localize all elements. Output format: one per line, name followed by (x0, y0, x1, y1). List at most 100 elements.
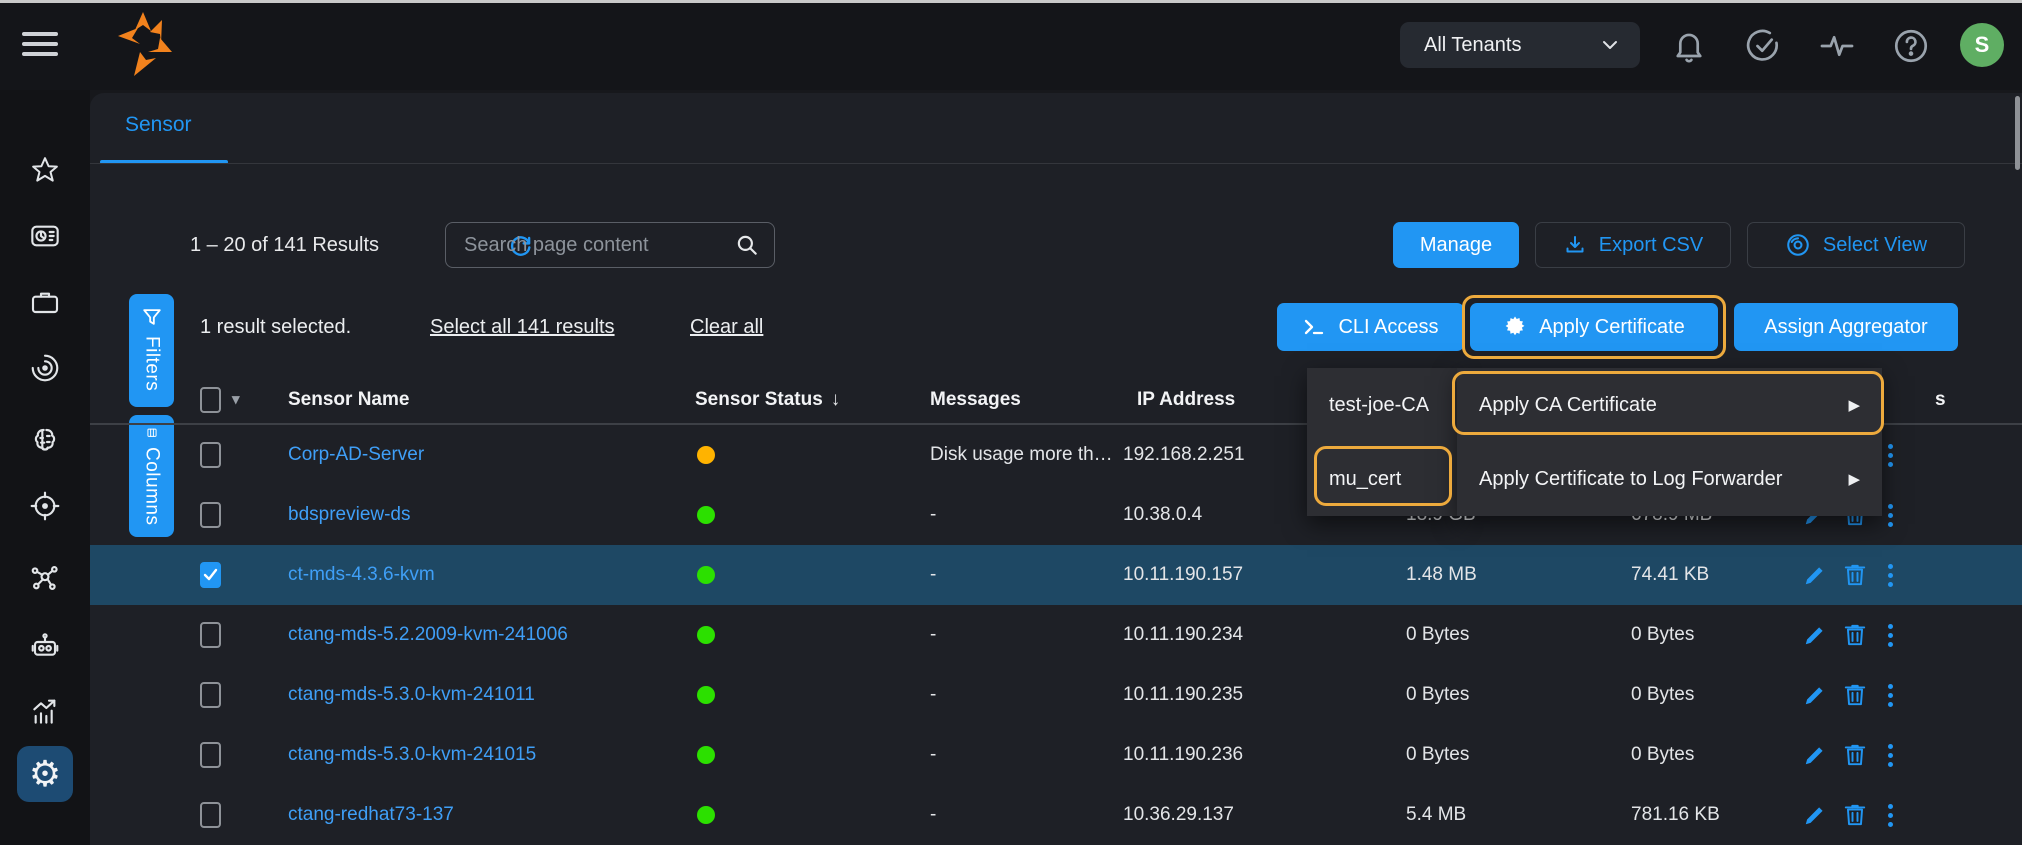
menu-item-apply-certificate-log-forwarder[interactable]: Apply Certificate to Log Forwarder ▶ (1457, 442, 1882, 516)
ip-cell: 10.11.190.157 (1123, 545, 1243, 605)
sidebar-item-detections[interactable] (17, 478, 73, 534)
sidebar-item-threat-hunting[interactable] (17, 340, 73, 396)
row-checkbox[interactable] (200, 802, 221, 828)
menu-item-label: mu_cert (1329, 468, 1401, 491)
tab-sensor[interactable]: Sensor (125, 113, 192, 137)
kebab-menu-icon[interactable] (1882, 624, 1898, 647)
sidebar-item-automation[interactable] (17, 618, 73, 674)
cli-access-button[interactable]: CLI Access (1277, 303, 1464, 351)
vertical-scrollbar[interactable] (2015, 96, 2020, 170)
help-icon[interactable] (1892, 27, 1930, 65)
ca-certificate-submenu: test-joe-CA mu_cert (1307, 368, 1457, 516)
sidebar-item-dashboards[interactable] (17, 208, 73, 264)
sidebar-item-assets-network[interactable] (17, 550, 73, 606)
apply-certificate-menu: Apply CA Certificate ▶ Apply Certificate… (1457, 368, 1882, 516)
download-icon (1563, 233, 1587, 257)
row-checkbox[interactable] (200, 682, 221, 708)
sidebar-item-ai-investigator[interactable] (17, 412, 73, 468)
kebab-menu-icon[interactable] (1882, 744, 1898, 767)
tasks-check-circle-icon[interactable] (1744, 27, 1782, 65)
menu-item-mu-cert[interactable]: mu_cert (1307, 442, 1457, 516)
header-caret-icon[interactable]: ▾ (232, 375, 240, 425)
row-checkbox[interactable] (200, 562, 221, 588)
message-cell: Disk usage more th… (930, 425, 1113, 485)
sensor-name-link[interactable]: bdspreview-ds (288, 485, 411, 545)
sensor-name-link[interactable]: ctang-mds-5.2.2009-kvm-241006 (288, 605, 568, 665)
table-row[interactable]: ct-mds-4.3.6-kvm - 10.11.190.157 1.48 MB… (90, 545, 2022, 605)
delete-trash-icon[interactable] (1842, 802, 1868, 828)
assign-aggregator-label: Assign Aggregator (1764, 316, 1927, 339)
sidebar-item-favorites[interactable] (17, 142, 73, 198)
delete-trash-icon[interactable] (1842, 682, 1868, 708)
sensor-name-link[interactable]: ctang-redhat73-137 (288, 785, 454, 845)
menu-item-test-joe-ca[interactable]: test-joe-CA (1307, 368, 1457, 442)
certificate-seal-icon (1503, 315, 1527, 339)
menu-item-label: Apply Certificate to Log Forwarder (1479, 468, 1782, 491)
select-all-link[interactable]: Select all 141 results (430, 303, 615, 351)
assign-aggregator-button[interactable]: Assign Aggregator (1734, 303, 1958, 351)
header-sensor-status[interactable]: Sensor Status↓ (695, 375, 840, 425)
delete-trash-icon[interactable] (1842, 562, 1868, 588)
edit-pencil-icon[interactable] (1802, 802, 1828, 828)
status-dot (697, 806, 715, 824)
table-row[interactable]: ctang-mds-5.2.2009-kvm-241006 - 10.11.19… (90, 605, 2022, 665)
delete-trash-icon[interactable] (1842, 742, 1868, 768)
kebab-menu-icon[interactable] (1882, 444, 1898, 467)
row-checkbox[interactable] (200, 622, 221, 648)
header-sensor-name[interactable]: Sensor Name (288, 375, 409, 425)
row-checkbox[interactable] (200, 502, 221, 528)
star-icon (30, 155, 60, 185)
export-csv-button[interactable]: Export CSV (1535, 222, 1731, 268)
message-cell: - (930, 665, 936, 725)
status-dot (697, 446, 715, 464)
kebab-menu-icon[interactable] (1882, 504, 1898, 527)
kebab-menu-icon[interactable] (1882, 564, 1898, 587)
clear-all-link[interactable]: Clear all (690, 303, 763, 351)
manage-button[interactable]: Manage (1393, 222, 1519, 268)
results-summary: 1 – 20 of 141 Results (190, 222, 379, 268)
sensor-name-link[interactable]: ctang-mds-5.3.0-kvm-241011 (288, 665, 535, 725)
top-edge-strip (0, 0, 2022, 3)
apply-certificate-button[interactable]: Apply Certificate (1470, 303, 1718, 351)
menu-item-apply-ca-certificate[interactable]: Apply CA Certificate ▶ (1457, 368, 1882, 442)
cli-access-label: CLI Access (1338, 316, 1438, 339)
table-row[interactable]: ctang-mds-5.3.0-kvm-241015 - 10.11.190.2… (90, 725, 2022, 785)
gear-icon: ⚙ (29, 756, 61, 792)
search-box (445, 222, 775, 268)
sidebar-item-settings[interactable]: ⚙ (17, 746, 73, 802)
row-checkbox[interactable] (200, 442, 221, 468)
kebab-menu-icon[interactable] (1882, 684, 1898, 707)
table-row[interactable]: ctang-mds-5.3.0-kvm-241011 - 10.11.190.2… (90, 665, 2022, 725)
tenant-selector-value: All Tenants (1424, 34, 1521, 57)
status-dot (697, 566, 715, 584)
size1-cell: 0 Bytes (1406, 665, 1469, 725)
select-view-button[interactable]: Select View (1747, 222, 1965, 268)
delete-trash-icon[interactable] (1842, 622, 1868, 648)
header-messages[interactable]: Messages (930, 375, 1021, 425)
hamburger-menu-icon[interactable] (22, 26, 62, 62)
edit-pencil-icon[interactable] (1802, 742, 1828, 768)
table-row[interactable]: ctang-redhat73-137 - 10.36.29.137 5.4 MB… (90, 785, 2022, 845)
notifications-bell-icon[interactable] (1670, 27, 1708, 65)
edit-pencil-icon[interactable] (1802, 682, 1828, 708)
sensor-name-link[interactable]: ct-mds-4.3.6-kvm (288, 545, 435, 605)
edit-pencil-icon[interactable] (1802, 622, 1828, 648)
kebab-menu-icon[interactable] (1882, 804, 1898, 827)
size2-cell: 781.16 KB (1631, 785, 1720, 845)
app-screen: All Tenants S (0, 0, 2022, 845)
edit-pencil-icon[interactable] (1802, 562, 1828, 588)
row-checkbox[interactable] (200, 742, 221, 768)
tenant-selector[interactable]: All Tenants (1400, 22, 1640, 68)
sidebar-item-cases[interactable] (17, 274, 73, 330)
activity-pulse-icon[interactable] (1818, 27, 1856, 65)
export-csv-label: Export CSV (1599, 234, 1703, 257)
sidebar-nav: ⚙ (0, 90, 90, 845)
sensor-name-link[interactable]: ctang-mds-5.3.0-kvm-241015 (288, 725, 536, 785)
select-all-checkbox[interactable] (200, 387, 221, 413)
user-avatar[interactable]: S (1960, 23, 2004, 67)
sensor-name-link[interactable]: Corp-AD-Server (288, 425, 424, 485)
crosshair-icon (29, 490, 61, 522)
search-input[interactable] (464, 234, 734, 257)
sidebar-item-reports[interactable] (17, 684, 73, 740)
header-ip-address[interactable]: IP Address (1137, 375, 1235, 425)
